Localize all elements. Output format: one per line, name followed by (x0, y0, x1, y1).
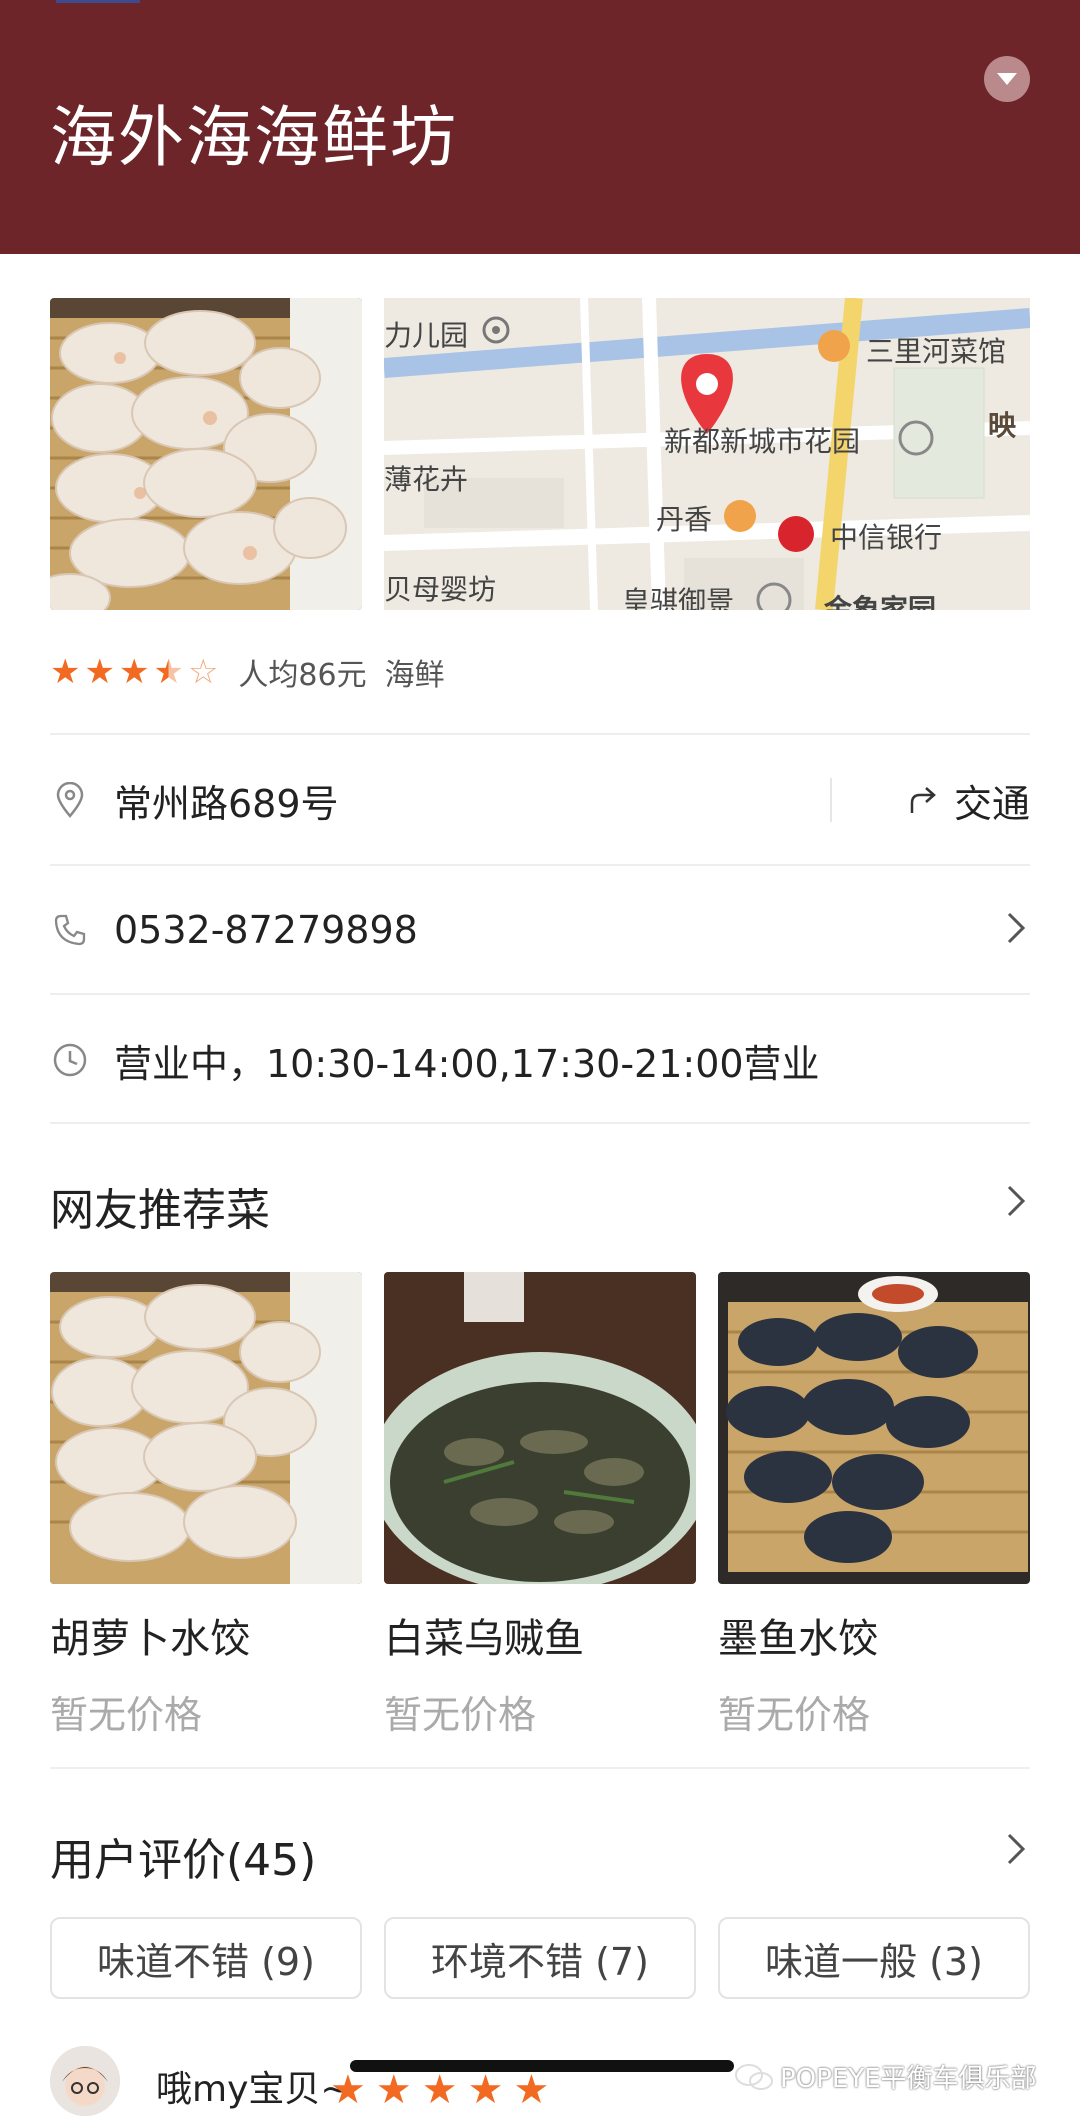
star-full-icon: ★ (421, 2067, 458, 2113)
review-tag[interactable]: 味道不错 (9) (50, 1917, 362, 1999)
cuisine-category: 海鲜 (384, 658, 445, 693)
map-label: 新都新城市花园 (664, 425, 861, 458)
review-tag[interactable]: 环境不错 (7) (384, 1917, 696, 1999)
chevron-right-icon[interactable] (1006, 1184, 1026, 1222)
dish-photo (50, 1272, 362, 1584)
map-label: 丹香 (656, 503, 713, 536)
rating-stars: ★ ★ ★ ★ ☆ (50, 655, 222, 689)
phone-number: 0532-87279898 (114, 908, 418, 952)
map-label: 三里河菜馆 (866, 335, 1007, 368)
avg-price: 人均86元 (238, 658, 367, 693)
hours-row: 营业中，10:30-14:00,17:30-21:00营业 (50, 1010, 1030, 1110)
dish-card[interactable]: 胡萝卜水饺 暂无价格 (50, 1272, 362, 1739)
star-half-icon: ★ (153, 652, 184, 692)
traffic-button[interactable]: 交通 (829, 750, 1030, 850)
dish-name: 白菜乌贼鱼 (384, 1616, 584, 1662)
dish-price: 暂无价格 (718, 1693, 871, 1737)
page-title: 海外海海鲜坊 (50, 99, 458, 176)
star-full-icon: ★ (375, 2067, 412, 2113)
star-full-icon: ★ (513, 2067, 550, 2113)
star-full-icon: ★ (330, 2067, 366, 2113)
phone-row[interactable]: 0532-87279898 (50, 880, 1030, 980)
divider (50, 864, 1030, 866)
dish-name: 胡萝卜水饺 (50, 1616, 250, 1662)
map-label: 薄花卉 (384, 463, 469, 496)
chevron-right-icon[interactable] (1006, 1832, 1026, 1870)
dish-card[interactable]: 白菜乌贼鱼 暂无价格 (384, 1272, 696, 1739)
star-full-icon: ★ (467, 2067, 504, 2113)
map-label: 中信银行 (830, 521, 943, 554)
dish-price: 暂无价格 (50, 1693, 203, 1737)
chevron-down-icon[interactable] (984, 56, 1030, 102)
map-label: 金象家园 (824, 593, 937, 610)
map-label: 力儿园 (384, 319, 469, 352)
dish-photo (718, 1272, 1030, 1584)
review-item[interactable]: 哦my宝贝~ (50, 2046, 351, 2116)
divider (50, 733, 1030, 735)
review-tag[interactable]: 味道一般 (3) (718, 1917, 1030, 1999)
business-hours: 营业中，10:30-14:00,17:30-21:00营业 (114, 1041, 820, 1086)
phone-icon (52, 912, 88, 948)
location-map[interactable]: 力儿园 三里河菜馆 新都新城市花园 映 薄花卉 丹香 中信银行 贝母婴坊 皇骐御… (384, 298, 1030, 610)
divider (829, 778, 832, 822)
map-label: 贝母婴坊 (384, 573, 497, 606)
watermark-text: POPEYE平衡车俱乐部 (780, 2064, 1037, 2094)
dish-photo (384, 1272, 696, 1584)
divider (50, 1767, 1030, 1769)
traffic-label: 交通 (953, 781, 1030, 826)
star-full-icon: ★ (84, 652, 115, 692)
star-full-icon: ★ (118, 652, 150, 692)
reviews-title: 用户评价(45) (50, 1835, 317, 1886)
home-indicator[interactable] (350, 2060, 734, 2072)
star-full-icon: ★ (50, 652, 81, 692)
location-pin-icon (52, 782, 88, 818)
dish-card[interactable]: 墨鱼水饺 暂无价格 (718, 1272, 1030, 1739)
address-text: 常州路689号 (114, 781, 339, 826)
review-username: 哦my宝贝~ (156, 2069, 351, 2110)
status-strip (56, 0, 140, 3)
address-row[interactable]: 常州路689号 交通 (50, 750, 1030, 850)
divider (50, 1122, 1030, 1124)
header-bar: 海外海海鲜坊 (0, 0, 1080, 254)
clock-icon (52, 1042, 88, 1078)
restaurant-photo[interactable] (50, 298, 362, 610)
watermark: POPEYE平衡车俱乐部 (734, 2058, 1037, 2095)
map-label: 皇骐御景 (622, 585, 735, 610)
star-empty-icon: ☆ (187, 652, 219, 692)
avatar (50, 2046, 120, 2116)
review-stars: ★ ★ ★ ★ ★ (330, 2070, 559, 2110)
route-arrow-icon (910, 787, 936, 813)
dish-name: 墨鱼水饺 (718, 1616, 878, 1662)
chevron-right-icon (1006, 911, 1026, 949)
rating-row: ★ ★ ★ ★ ☆ 人均86元 海鲜 (50, 650, 445, 694)
recommended-title: 网友推荐菜 (50, 1185, 270, 1236)
dish-price: 暂无价格 (384, 1693, 537, 1737)
wechat-icon (735, 2063, 773, 2090)
divider (50, 993, 1030, 995)
map-label: 映 (988, 409, 1017, 442)
